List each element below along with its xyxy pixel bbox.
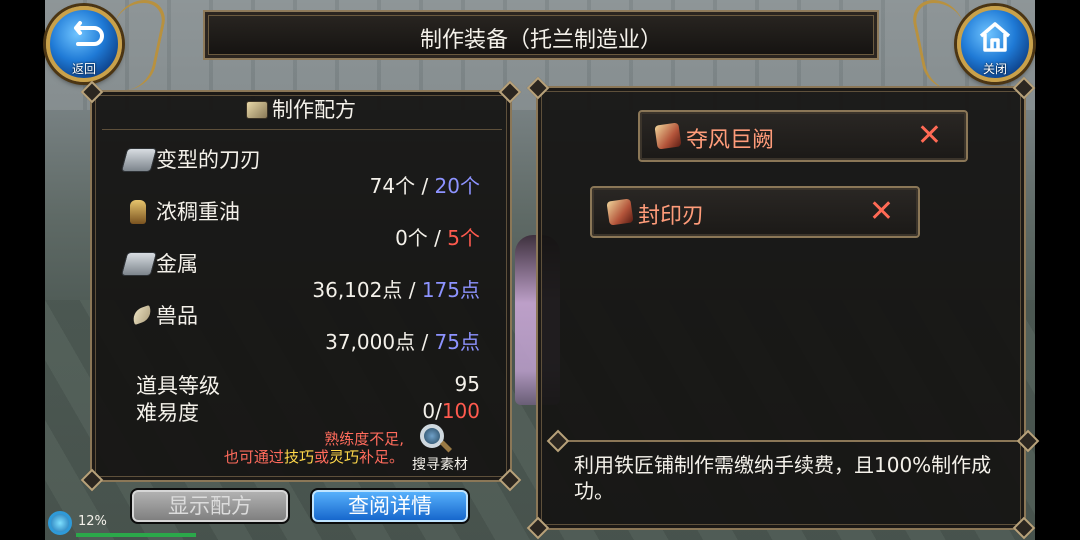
view-details-button[interactable]: 查阅详情 xyxy=(310,488,470,524)
material-name: 金属 xyxy=(156,252,198,276)
proficiency-warning: 熟练度不足, 也可通过技巧或灵巧补足。 xyxy=(223,430,404,466)
title-bar: 制作装备（托兰制造业） xyxy=(203,10,879,60)
material-name: 变型的刀刃 xyxy=(156,148,261,172)
material-quantity: 37,000点 / 75点 xyxy=(325,330,480,354)
recipe-panel: 制作配方 变型的刀刃 74个 / 20个 浓稠重油 0个 / 5个 金属 36,… xyxy=(80,80,522,492)
recipe-book-icon xyxy=(246,101,268,119)
equipment-name: 封印刃 xyxy=(638,204,705,229)
ingot-icon xyxy=(120,148,158,172)
item-level-label: 道具等级 xyxy=(136,374,220,398)
metal-ingot-icon xyxy=(120,252,158,276)
material-row: 浓稠重油 0个 / 5个 xyxy=(92,192,510,250)
back-button[interactable]: 返回 xyxy=(46,6,122,82)
equipment-slot[interactable]: 封印刃 ✕ xyxy=(590,186,920,238)
difficulty-label: 难易度 xyxy=(136,401,199,425)
fee-description: 利用铁匠铺制作需缴纳手续费，且100%制作成功。 xyxy=(574,453,992,503)
remove-icon[interactable]: ✕ xyxy=(869,194,894,229)
progress-bar xyxy=(76,533,196,537)
right-letterbox xyxy=(1035,0,1080,540)
material-row: 兽品 37,000点 / 75点 xyxy=(92,296,510,354)
material-row: 金属 36,102点 / 175点 xyxy=(92,244,510,302)
remove-icon[interactable]: ✕ xyxy=(917,118,942,153)
search-materials-label: 搜寻素材 xyxy=(412,457,468,473)
material-required: 75点 xyxy=(434,330,480,354)
back-label: 返回 xyxy=(71,62,96,76)
divider xyxy=(102,129,502,130)
equipment-name: 夺风巨阙 xyxy=(686,128,775,153)
material-name: 兽品 xyxy=(156,304,198,328)
back-arrow-icon xyxy=(50,20,118,58)
difficulty-value: 0/100 xyxy=(422,399,480,423)
recipe-title: 制作配方 xyxy=(272,98,356,122)
left-letterbox xyxy=(0,0,45,540)
page-title: 制作装备（托兰制造业） xyxy=(419,28,662,53)
blade-icon xyxy=(606,198,634,226)
status-indicator: 12% xyxy=(48,511,108,535)
item-level-value: 95 xyxy=(454,372,480,396)
close-button[interactable]: 关闭 xyxy=(957,6,1033,82)
description-box: 利用铁匠铺制作需缴纳手续费，且100%制作成功。 xyxy=(546,429,1040,530)
blade-icon xyxy=(654,122,682,150)
search-materials-button[interactable]: 搜寻素材 xyxy=(400,424,470,474)
show-recipe-button[interactable]: 显示配方 xyxy=(130,488,290,524)
equipment-slot[interactable]: 夺风巨阙 ✕ xyxy=(638,110,968,162)
status-percent: 12% xyxy=(78,514,107,529)
recipe-header: 制作配方 xyxy=(92,92,510,128)
material-name: 浓稠重油 xyxy=(156,200,240,224)
fang-icon xyxy=(130,305,154,325)
status-ring-icon xyxy=(48,511,72,535)
home-icon xyxy=(961,20,1029,58)
oil-bottle-icon xyxy=(130,200,146,224)
close-label: 关闭 xyxy=(982,62,1007,76)
material-row: 变型的刀刃 74个 / 20个 xyxy=(92,140,510,198)
